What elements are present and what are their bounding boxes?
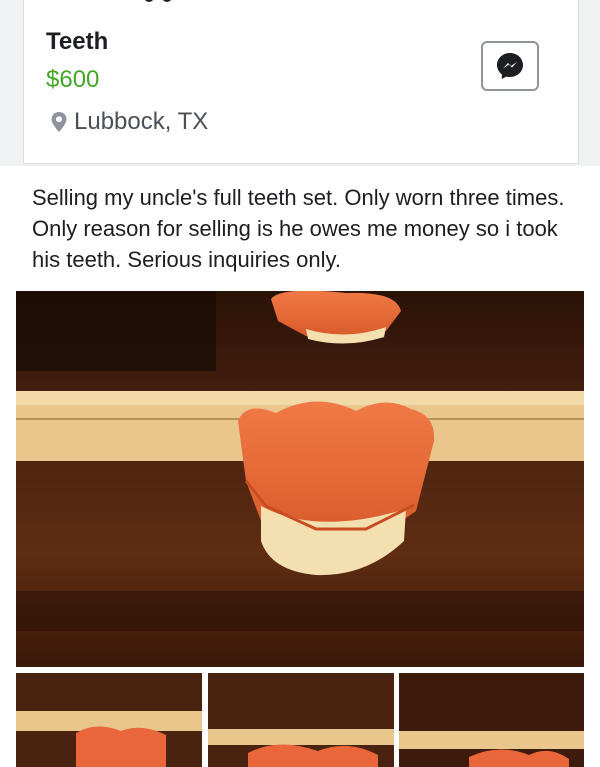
listing-header-card: Teeth $600 Lubbock, TX	[23, 0, 579, 164]
map-pin-icon	[51, 112, 67, 132]
thumbnail-image	[208, 673, 394, 767]
listing-location: Lubbock, TX	[50, 108, 208, 136]
thumbnail-image	[16, 673, 202, 767]
denture-on-ruler-photo	[16, 291, 584, 667]
thumbnail-image	[399, 673, 584, 767]
message-seller-button[interactable]	[481, 41, 539, 91]
photo-thumbnail[interactable]	[208, 673, 394, 767]
messenger-icon	[497, 53, 523, 79]
location-label: Lubbock, TX	[74, 108, 209, 135]
photo-thumbnail-strip	[16, 673, 584, 767]
listing-description: Selling my uncle's full teeth set. Only …	[32, 185, 565, 272]
photo-thumbnail[interactable]	[399, 673, 584, 767]
listing-description-card: Selling my uncle's full teeth set. Only …	[0, 166, 600, 767]
cropped-header-glyphs	[144, 0, 264, 2]
photo-thumbnail[interactable]	[16, 673, 202, 767]
main-listing-photo[interactable]	[16, 291, 584, 667]
listing-price: $600	[46, 66, 100, 93]
listing-title: Teeth	[46, 28, 109, 55]
